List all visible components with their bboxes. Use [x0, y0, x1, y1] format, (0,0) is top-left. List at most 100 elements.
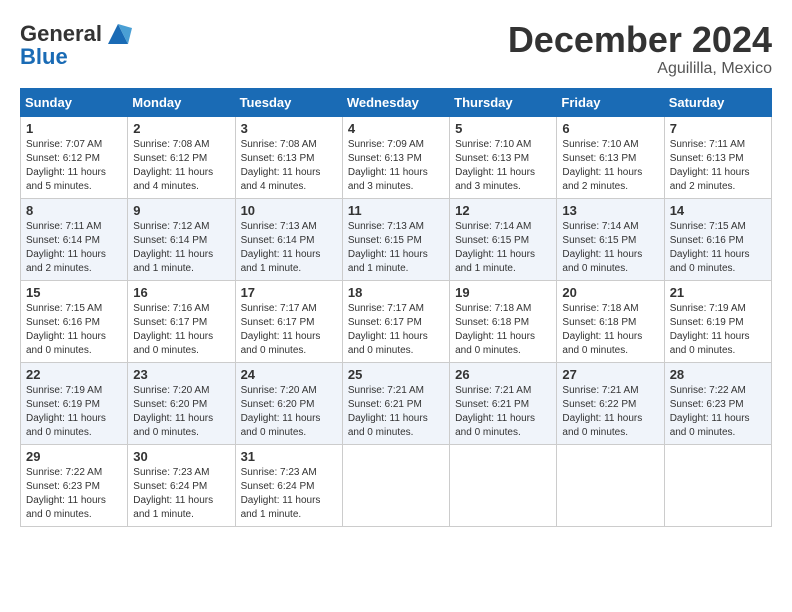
cell-info: Sunrise: 7:08 AMSunset: 6:12 PMDaylight:… — [133, 138, 229, 194]
cell-info: Sunrise: 7:19 AMSunset: 6:19 PMDaylight:… — [26, 384, 122, 440]
logo-icon — [104, 20, 132, 48]
day-number: 31 — [241, 449, 337, 464]
day-number: 26 — [455, 367, 551, 382]
day-number: 14 — [670, 203, 766, 218]
day-number: 2 — [133, 121, 229, 136]
calendar-cell: 31 Sunrise: 7:23 AMSunset: 6:24 PMDayligh… — [235, 444, 342, 526]
calendar-cell: 29 Sunrise: 7:22 AMSunset: 6:23 PMDayligh… — [21, 444, 128, 526]
cell-info: Sunrise: 7:11 AMSunset: 6:14 PMDaylight:… — [26, 220, 122, 276]
day-number: 13 — [562, 203, 658, 218]
cell-info: Sunrise: 7:10 AMSunset: 6:13 PMDaylight:… — [562, 138, 658, 194]
day-number: 4 — [348, 121, 444, 136]
col-saturday: Saturday — [664, 88, 771, 116]
day-number: 3 — [241, 121, 337, 136]
calendar-table: Sunday Monday Tuesday Wednesday Thursday… — [20, 88, 772, 527]
calendar-empty-cell — [664, 444, 771, 526]
col-monday: Monday — [128, 88, 235, 116]
calendar-cell: 18 Sunrise: 7:17 AMSunset: 6:17 PMDayligh… — [342, 280, 449, 362]
cell-info: Sunrise: 7:18 AMSunset: 6:18 PMDaylight:… — [455, 302, 551, 358]
month-title: December 2024 — [508, 20, 772, 60]
cell-info: Sunrise: 7:21 AMSunset: 6:21 PMDaylight:… — [455, 384, 551, 440]
calendar-cell: 16 Sunrise: 7:16 AMSunset: 6:17 PMDayligh… — [128, 280, 235, 362]
cell-info: Sunrise: 7:23 AMSunset: 6:24 PMDaylight:… — [133, 466, 229, 522]
calendar-cell: 9Sunrise: 7:12 AMSunset: 6:14 PMDaylight… — [128, 198, 235, 280]
day-number: 22 — [26, 367, 122, 382]
calendar-cell: 17 Sunrise: 7:17 AMSunset: 6:17 PMDayligh… — [235, 280, 342, 362]
cell-info: Sunrise: 7:21 AMSunset: 6:22 PMDaylight:… — [562, 384, 658, 440]
day-number: 18 — [348, 285, 444, 300]
day-number: 12 — [455, 203, 551, 218]
calendar-cell: 13 Sunrise: 7:14 AMSunset: 6:15 PMDayligh… — [557, 198, 664, 280]
cell-info: Sunrise: 7:17 AMSunset: 6:17 PMDaylight:… — [348, 302, 444, 358]
cell-info: Sunrise: 7:16 AMSunset: 6:17 PMDaylight:… — [133, 302, 229, 358]
cell-info: Sunrise: 7:18 AMSunset: 6:18 PMDaylight:… — [562, 302, 658, 358]
cell-info: Sunrise: 7:14 AMSunset: 6:15 PMDaylight:… — [562, 220, 658, 276]
calendar-cell: 5Sunrise: 7:10 AMSunset: 6:13 PMDaylight… — [450, 116, 557, 198]
calendar-cell: 30Sunrise: 7:23 AMSunset: 6:24 PMDayligh… — [128, 444, 235, 526]
day-number: 25 — [348, 367, 444, 382]
calendar-cell: 14 Sunrise: 7:15 AMSunset: 6:16 PMDayligh… — [664, 198, 771, 280]
logo: General Blue — [20, 20, 132, 70]
day-number: 10 — [241, 203, 337, 218]
title-block: December 2024 Aguililla, Mexico — [508, 20, 772, 78]
cell-info: Sunrise: 7:21 AMSunset: 6:21 PMDaylight:… — [348, 384, 444, 440]
col-wednesday: Wednesday — [342, 88, 449, 116]
col-sunday: Sunday — [21, 88, 128, 116]
calendar-week-row: 29 Sunrise: 7:22 AMSunset: 6:23 PMDayligh… — [21, 444, 772, 526]
cell-info: Sunrise: 7:19 AMSunset: 6:19 PMDaylight:… — [670, 302, 766, 358]
calendar-cell: 1 Sunrise: 7:07 AMSunset: 6:12 PMDaylight… — [21, 116, 128, 198]
cell-info: Sunrise: 7:22 AMSunset: 6:23 PMDaylight:… — [670, 384, 766, 440]
day-number: 27 — [562, 367, 658, 382]
calendar-empty-cell — [342, 444, 449, 526]
calendar-cell: 22 Sunrise: 7:19 AMSunset: 6:19 PMDayligh… — [21, 362, 128, 444]
cell-info: Sunrise: 7:22 AMSunset: 6:23 PMDaylight:… — [26, 466, 122, 522]
cell-info: Sunrise: 7:15 AMSunset: 6:16 PMDaylight:… — [26, 302, 122, 358]
calendar-empty-cell — [450, 444, 557, 526]
calendar-header-row: Sunday Monday Tuesday Wednesday Thursday… — [21, 88, 772, 116]
calendar-cell: 20Sunrise: 7:18 AMSunset: 6:18 PMDayligh… — [557, 280, 664, 362]
calendar-week-row: 22 Sunrise: 7:19 AMSunset: 6:19 PMDayligh… — [21, 362, 772, 444]
day-number: 29 — [26, 449, 122, 464]
page-header: General Blue December 2024 Aguililla, Me… — [20, 20, 772, 78]
col-thursday: Thursday — [450, 88, 557, 116]
calendar-cell: 24 Sunrise: 7:20 AMSunset: 6:20 PMDayligh… — [235, 362, 342, 444]
cell-info: Sunrise: 7:07 AMSunset: 6:12 PMDaylight:… — [26, 138, 122, 194]
cell-info: Sunrise: 7:17 AMSunset: 6:17 PMDaylight:… — [241, 302, 337, 358]
day-number: 6 — [562, 121, 658, 136]
day-number: 1 — [26, 121, 122, 136]
cell-info: Sunrise: 7:23 AMSunset: 6:24 PMDaylight:… — [241, 466, 337, 522]
calendar-cell: 23Sunrise: 7:20 AMSunset: 6:20 PMDayligh… — [128, 362, 235, 444]
cell-info: Sunrise: 7:14 AMSunset: 6:15 PMDaylight:… — [455, 220, 551, 276]
col-tuesday: Tuesday — [235, 88, 342, 116]
calendar-cell: 8Sunrise: 7:11 AMSunset: 6:14 PMDaylight… — [21, 198, 128, 280]
cell-info: Sunrise: 7:10 AMSunset: 6:13 PMDaylight:… — [455, 138, 551, 194]
calendar-cell: 19 Sunrise: 7:18 AMSunset: 6:18 PMDayligh… — [450, 280, 557, 362]
cell-info: Sunrise: 7:11 AMSunset: 6:13 PMDaylight:… — [670, 138, 766, 194]
calendar-cell: 10 Sunrise: 7:13 AMSunset: 6:14 PMDayligh… — [235, 198, 342, 280]
calendar-week-row: 8Sunrise: 7:11 AMSunset: 6:14 PMDaylight… — [21, 198, 772, 280]
calendar-week-row: 15 Sunrise: 7:15 AMSunset: 6:16 PMDayligh… — [21, 280, 772, 362]
location-title: Aguililla, Mexico — [508, 60, 772, 78]
cell-info: Sunrise: 7:08 AMSunset: 6:13 PMDaylight:… — [241, 138, 337, 194]
cell-info: Sunrise: 7:15 AMSunset: 6:16 PMDaylight:… — [670, 220, 766, 276]
cell-info: Sunrise: 7:20 AMSunset: 6:20 PMDaylight:… — [133, 384, 229, 440]
day-number: 21 — [670, 285, 766, 300]
day-number: 15 — [26, 285, 122, 300]
calendar-week-row: 1 Sunrise: 7:07 AMSunset: 6:12 PMDaylight… — [21, 116, 772, 198]
cell-info: Sunrise: 7:09 AMSunset: 6:13 PMDaylight:… — [348, 138, 444, 194]
calendar-cell: 25 Sunrise: 7:21 AMSunset: 6:21 PMDayligh… — [342, 362, 449, 444]
day-number: 17 — [241, 285, 337, 300]
day-number: 19 — [455, 285, 551, 300]
day-number: 28 — [670, 367, 766, 382]
day-number: 16 — [133, 285, 229, 300]
cell-info: Sunrise: 7:12 AMSunset: 6:14 PMDaylight:… — [133, 220, 229, 276]
calendar-cell: 11Sunrise: 7:13 AMSunset: 6:15 PMDayligh… — [342, 198, 449, 280]
calendar-cell: 12 Sunrise: 7:14 AMSunset: 6:15 PMDayligh… — [450, 198, 557, 280]
day-number: 24 — [241, 367, 337, 382]
calendar-cell: 7Sunrise: 7:11 AMSunset: 6:13 PMDaylight… — [664, 116, 771, 198]
cell-info: Sunrise: 7:13 AMSunset: 6:14 PMDaylight:… — [241, 220, 337, 276]
calendar-empty-cell — [557, 444, 664, 526]
calendar-cell: 21 Sunrise: 7:19 AMSunset: 6:19 PMDayligh… — [664, 280, 771, 362]
calendar-cell: 27 Sunrise: 7:21 AMSunset: 6:22 PMDayligh… — [557, 362, 664, 444]
cell-info: Sunrise: 7:20 AMSunset: 6:20 PMDaylight:… — [241, 384, 337, 440]
